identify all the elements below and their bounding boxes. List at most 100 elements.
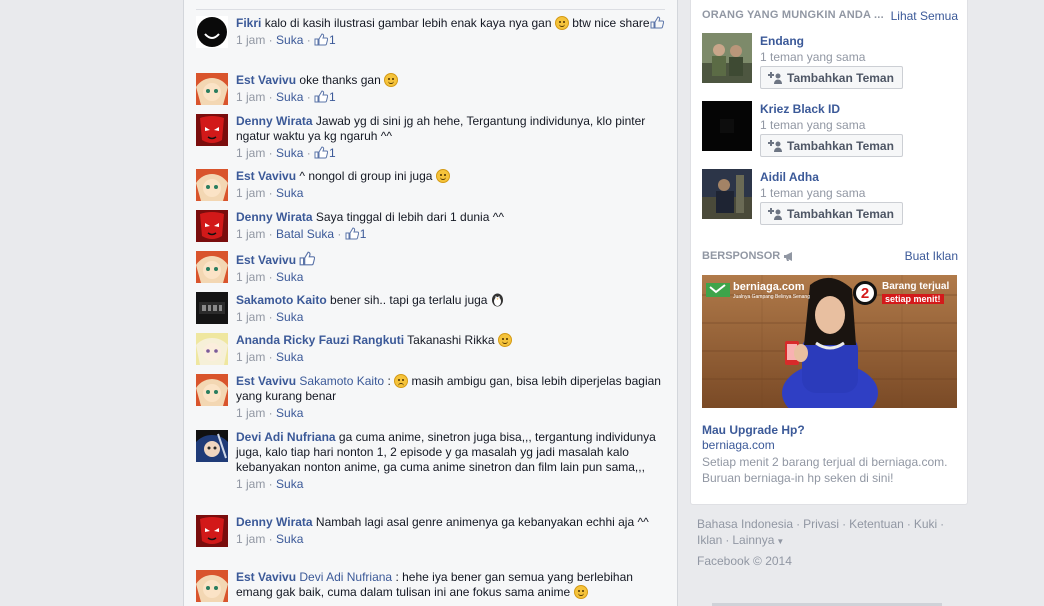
sponsored-title: BERSPONSOR bbox=[702, 250, 781, 262]
comment-author[interactable]: Devi Adi Nufriana bbox=[236, 430, 336, 444]
person-photo[interactable] bbox=[702, 33, 752, 83]
comment-time[interactable]: 1 jam bbox=[236, 186, 265, 200]
copyright: Facebook © 2014 bbox=[697, 554, 792, 568]
grin-emoji-icon bbox=[435, 169, 450, 183]
comment-time[interactable]: 1 jam bbox=[236, 270, 265, 284]
comment-author[interactable]: Denny Wirata bbox=[236, 210, 313, 224]
avatar[interactable] bbox=[196, 169, 228, 201]
comment-author[interactable]: Est Vavivu bbox=[236, 374, 296, 388]
like-link[interactable]: Suka bbox=[276, 477, 303, 491]
avatar[interactable] bbox=[196, 210, 228, 242]
smile-emoji-icon bbox=[573, 585, 588, 599]
person-photo[interactable] bbox=[702, 101, 752, 151]
pymk-item: Aidil Adha 1 teman yang sama Tambahkan T… bbox=[702, 169, 958, 225]
footer-link-more[interactable]: Lainnya bbox=[732, 533, 774, 547]
ad-title[interactable]: Mau Upgrade Hp? bbox=[702, 423, 805, 437]
comment-time[interactable]: 1 jam bbox=[236, 227, 265, 241]
ad-image[interactable]: berniaga.com Jualnya Gampang Belinya Sen… bbox=[702, 275, 957, 408]
person-name[interactable]: Kriez Black ID bbox=[760, 101, 903, 117]
avatar[interactable] bbox=[196, 114, 228, 146]
see-all-link[interactable]: Lihat Semua bbox=[891, 9, 958, 23]
add-friend-label: Tambahkan Teman bbox=[787, 206, 894, 221]
comment-text: bener sih.. tapi ga terlalu juga bbox=[330, 293, 488, 307]
footer-link-language[interactable]: Bahasa Indonesia bbox=[697, 517, 793, 531]
comment-time[interactable]: 1 jam bbox=[236, 532, 265, 546]
like-link[interactable]: Suka bbox=[276, 532, 303, 546]
avatar[interactable] bbox=[196, 333, 228, 365]
like-count[interactable]: 1 bbox=[329, 33, 336, 47]
comment-text: Takanashi Rikka bbox=[407, 333, 495, 347]
comment-text: Saya tinggal di lebih dari 1 dunia ^^ bbox=[315, 210, 504, 224]
comment-time[interactable]: 1 jam bbox=[236, 33, 265, 47]
like-count[interactable]: 1 bbox=[329, 146, 336, 160]
person-name[interactable]: Aidil Adha bbox=[760, 169, 903, 185]
thumbs-up-icon bbox=[650, 16, 664, 29]
create-ad-link[interactable]: Buat Iklan bbox=[905, 249, 958, 263]
ad-description: Setiap menit 2 barang terjual di berniag… bbox=[702, 455, 948, 485]
unlike-link[interactable]: Batal Suka bbox=[276, 227, 334, 241]
person-name[interactable]: Endang bbox=[760, 33, 903, 49]
comment-author[interactable]: Denny Wirata bbox=[236, 114, 313, 128]
add-friend-icon bbox=[768, 207, 782, 220]
add-friend-button[interactable]: Tambahkan Teman bbox=[760, 66, 903, 89]
mention-link[interactable]: Devi Adi Nufriana bbox=[299, 570, 392, 584]
avatar[interactable] bbox=[196, 515, 228, 547]
comment-text: ^ nongol di group ini juga bbox=[299, 169, 433, 183]
avatar[interactable] bbox=[196, 73, 228, 105]
like-link[interactable]: Suka bbox=[276, 186, 303, 200]
like-count[interactable]: 1 bbox=[360, 227, 367, 241]
footer-link-ads[interactable]: Iklan bbox=[697, 533, 722, 547]
like-link[interactable]: Suka bbox=[276, 146, 303, 160]
ad-domain[interactable]: berniaga.com bbox=[702, 438, 775, 452]
like-link[interactable]: Suka bbox=[276, 90, 303, 104]
add-friend-button[interactable]: Tambahkan Teman bbox=[760, 202, 903, 225]
like-link[interactable]: Suka bbox=[276, 270, 303, 284]
comment-author[interactable]: Denny Wirata bbox=[236, 515, 313, 529]
comment-author[interactable]: Fikri bbox=[236, 16, 261, 30]
comment-item: Sakamoto Kaito bener sih.. tapi ga terla… bbox=[196, 292, 666, 325]
avatar[interactable] bbox=[196, 430, 228, 462]
mutual-friends[interactable]: 1 teman yang sama bbox=[760, 49, 903, 65]
avatar[interactable] bbox=[196, 570, 228, 602]
like-link[interactable]: Suka bbox=[276, 310, 303, 324]
like-link[interactable]: Suka bbox=[276, 350, 303, 364]
comment-text: kalo di kasih ilustrasi gambar lebih ena… bbox=[264, 16, 552, 30]
person-photo[interactable] bbox=[702, 169, 752, 219]
footer-link-cookies[interactable]: Kuki bbox=[914, 517, 937, 531]
confused-emoji-icon bbox=[394, 374, 409, 388]
ad-badge-line1: Barang terjual bbox=[882, 281, 950, 292]
like-link[interactable]: Suka bbox=[276, 33, 303, 47]
avatar[interactable] bbox=[196, 374, 228, 406]
comment-author[interactable]: Sakamoto Kaito bbox=[236, 293, 327, 307]
comment-author[interactable]: Est Vavivu bbox=[236, 570, 296, 584]
like-count[interactable]: 1 bbox=[329, 90, 336, 104]
comment-item: Ananda Ricky Fauzi Rangkuti Takanashi Ri… bbox=[196, 333, 666, 365]
footer-link-privacy[interactable]: Privasi bbox=[803, 517, 839, 531]
comment-text: oke thanks gan bbox=[299, 73, 381, 87]
avatar[interactable] bbox=[196, 292, 228, 324]
comment-author[interactable]: Ananda Ricky Fauzi Rangkuti bbox=[236, 333, 404, 347]
mutual-friends[interactable]: 1 teman yang sama bbox=[760, 117, 903, 133]
avatar[interactable] bbox=[196, 16, 228, 48]
comment-text-2: btw nice share bbox=[572, 16, 650, 30]
mutual-friends[interactable]: 1 teman yang sama bbox=[760, 185, 903, 201]
comment-time[interactable]: 1 jam bbox=[236, 406, 265, 420]
divider bbox=[196, 9, 665, 10]
like-link[interactable]: Suka bbox=[276, 406, 303, 420]
comment-time[interactable]: 1 jam bbox=[236, 310, 265, 324]
add-friend-button[interactable]: Tambahkan Teman bbox=[760, 134, 903, 157]
comment-author[interactable]: Est Vavivu bbox=[236, 169, 296, 183]
comment-author[interactable]: Est Vavivu bbox=[236, 253, 296, 267]
comment-time[interactable]: 1 jam bbox=[236, 90, 265, 104]
sponsored-header: BERSPONSOR Buat Iklan bbox=[702, 249, 958, 263]
avatar[interactable] bbox=[196, 251, 228, 283]
thumbs-up-icon bbox=[314, 146, 329, 159]
add-friend-icon bbox=[768, 71, 782, 84]
thumbs-up-icon bbox=[314, 33, 329, 46]
comment-author[interactable]: Est Vavivu bbox=[236, 73, 296, 87]
comment-time[interactable]: 1 jam bbox=[236, 350, 265, 364]
mention-link[interactable]: Sakamoto Kaito bbox=[299, 374, 384, 388]
comment-time[interactable]: 1 jam bbox=[236, 146, 265, 160]
comment-time[interactable]: 1 jam bbox=[236, 477, 265, 491]
footer-link-terms[interactable]: Ketentuan bbox=[849, 517, 904, 531]
